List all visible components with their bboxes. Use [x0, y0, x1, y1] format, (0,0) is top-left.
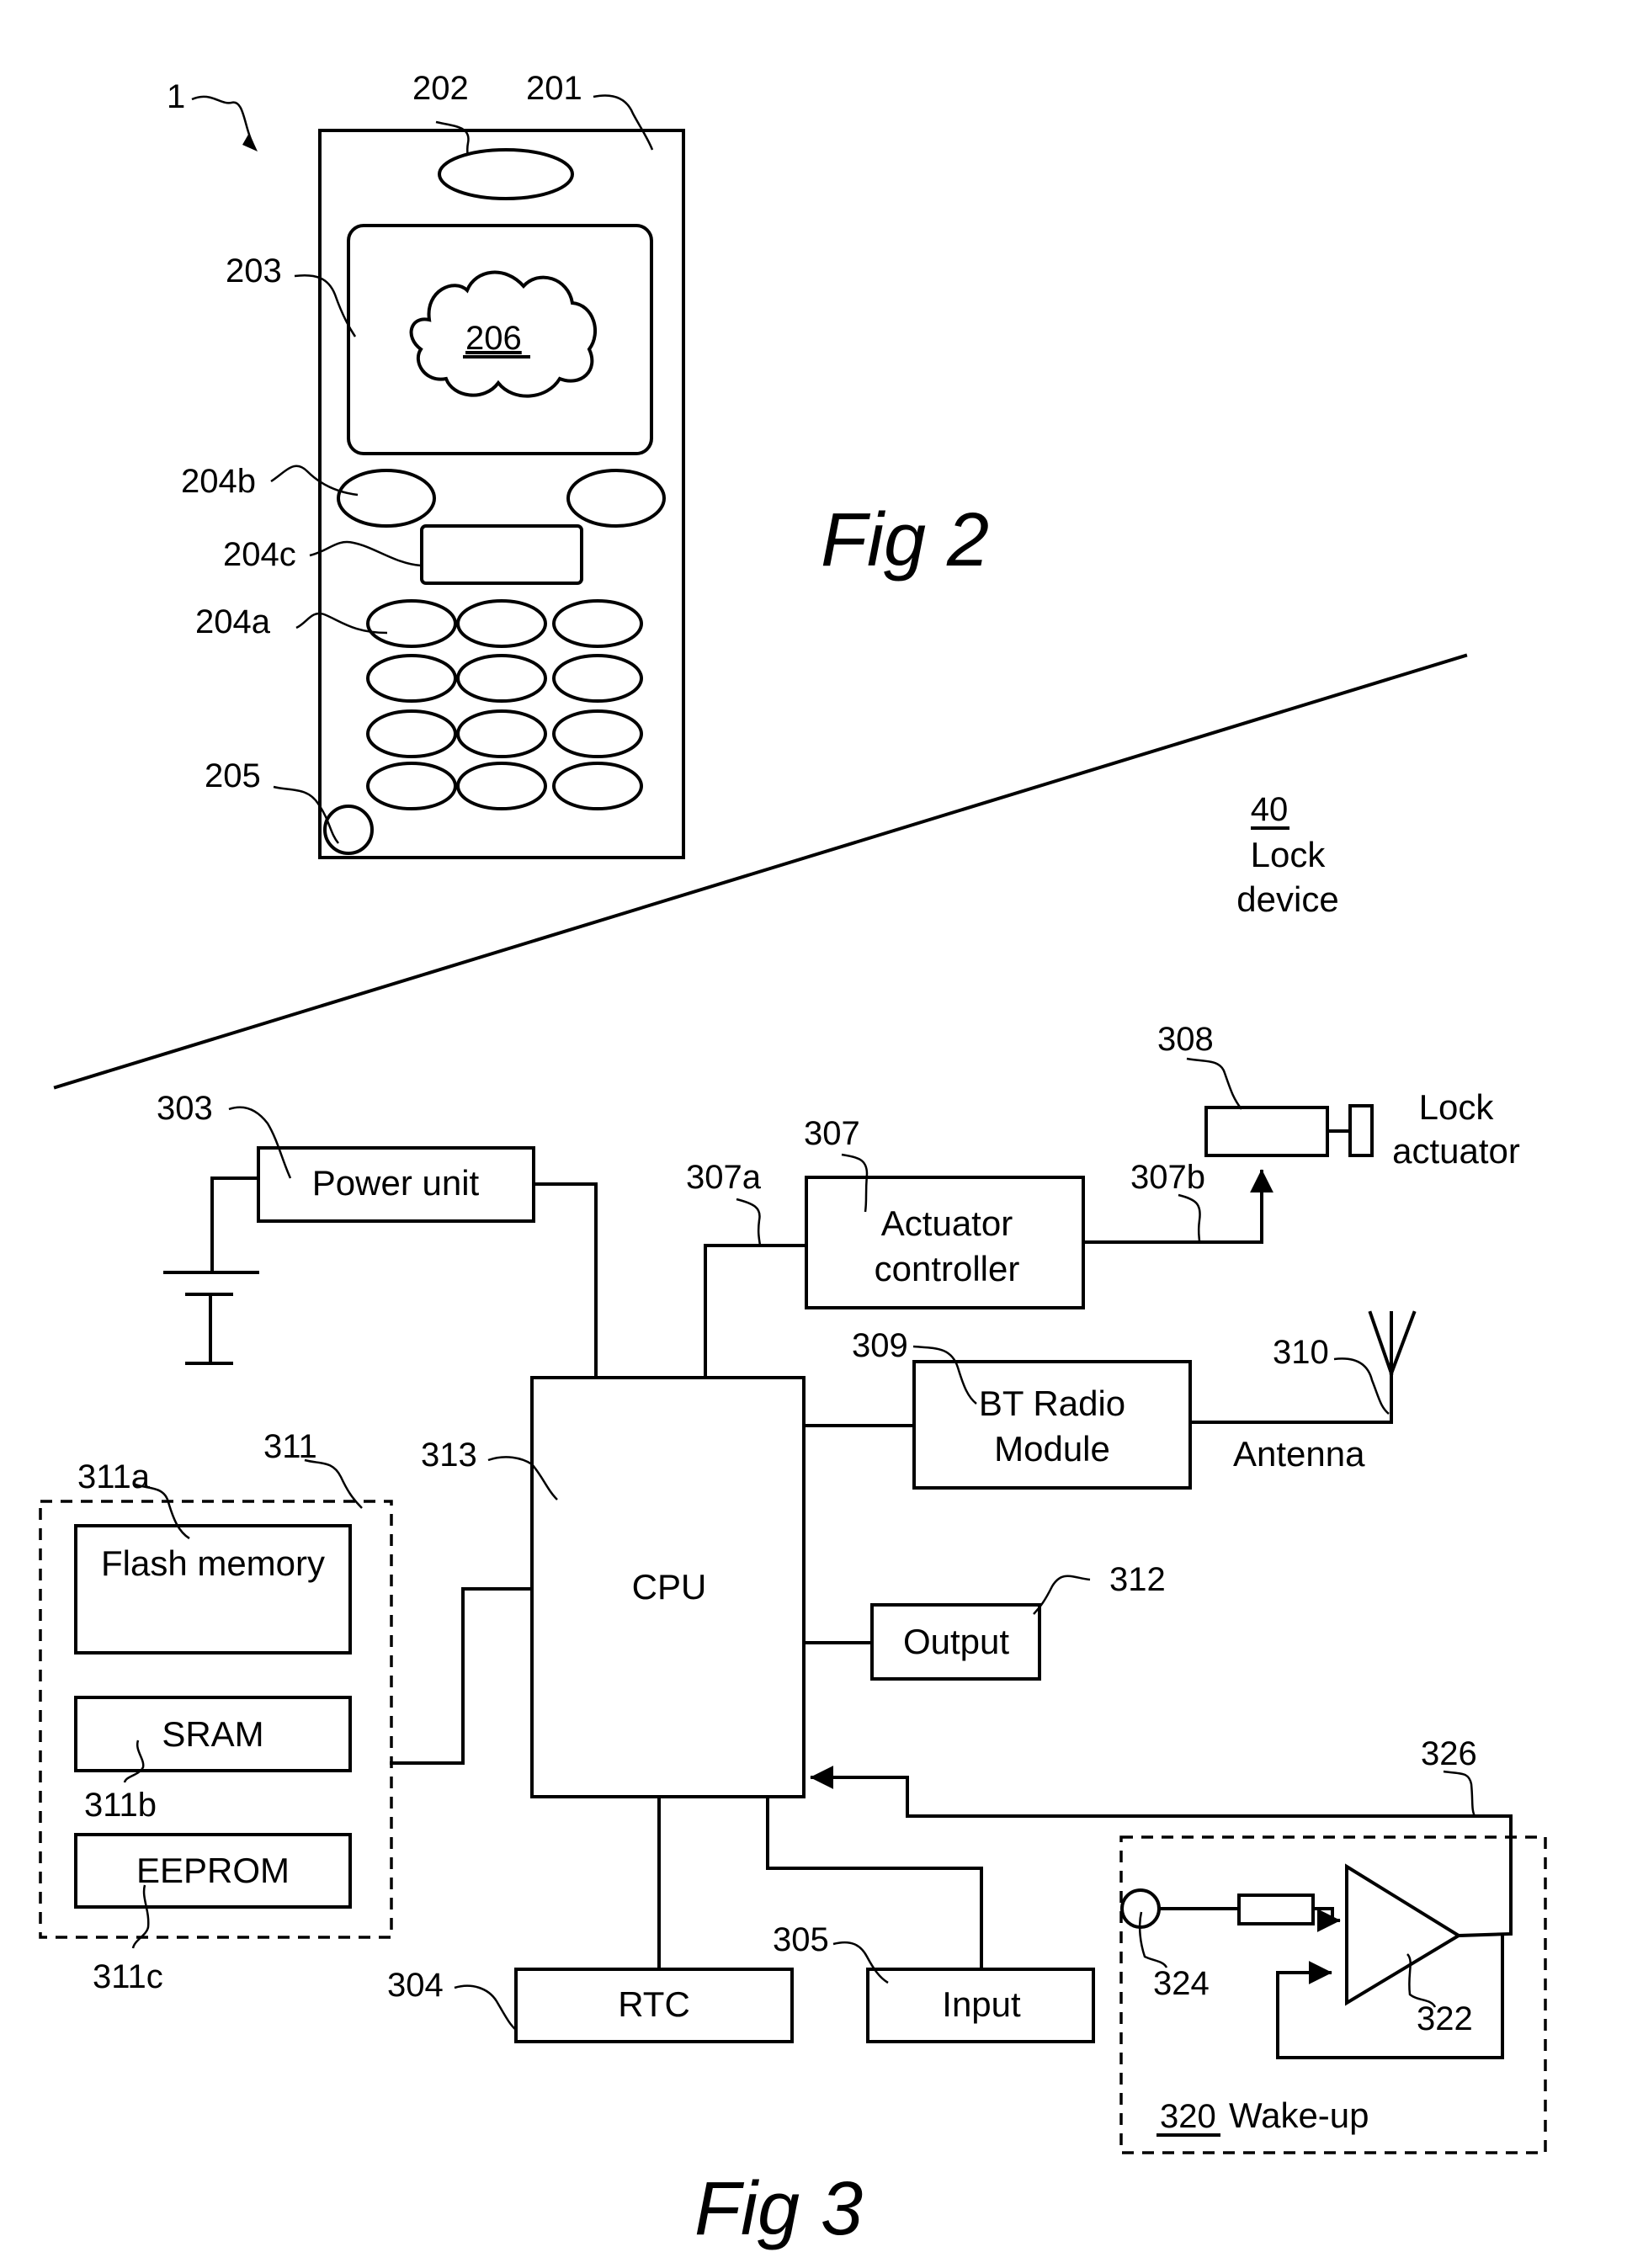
ref-206: 206 — [465, 320, 522, 357]
leader-326 — [1443, 1770, 1476, 1817]
soft-key-left — [337, 469, 436, 528]
antenna-label: Antenna — [1233, 1434, 1365, 1474]
keypad-key — [456, 599, 547, 648]
keypad-key — [366, 654, 457, 703]
power-to-cpu-wire — [532, 1182, 598, 1379]
ref-303: 303 — [157, 1090, 213, 1127]
ref-322: 322 — [1417, 2000, 1473, 2037]
resistor-to-amp-wire — [1311, 1907, 1341, 1932]
actuator-label-2: controller — [875, 1249, 1020, 1288]
ref-311a: 311a — [77, 1458, 151, 1495]
battery-wire — [210, 1176, 260, 1274]
ref-203: 203 — [226, 252, 282, 289]
resistor-icon — [1237, 1894, 1315, 1925]
ref-307: 307 — [804, 1115, 860, 1152]
ref-308: 308 — [1157, 1021, 1214, 1058]
input-label: Input — [942, 1984, 1021, 2024]
ref-311b: 311b — [84, 1787, 157, 1824]
ref-305: 305 — [773, 1921, 829, 1958]
leader-307b — [1178, 1193, 1201, 1243]
ref-202: 202 — [412, 70, 469, 107]
keypad-key — [366, 709, 457, 758]
ref-201: 201 — [526, 70, 582, 107]
ref-204a: 204a — [195, 603, 271, 640]
lock-actuator-label-2: actuator — [1392, 1131, 1520, 1171]
fig2-mobile-phone: 1 202 201 203 206 204b 204c 204a 205 Fig… — [167, 70, 989, 859]
cpu-label: CPU — [632, 1567, 707, 1607]
keypad-key — [456, 654, 547, 703]
lock-actuator-block — [1204, 1106, 1329, 1157]
ref-307a: 307a — [686, 1159, 762, 1196]
ref-326: 326 — [1421, 1735, 1477, 1772]
leader-device-1 — [191, 95, 254, 144]
ref-40: 40 — [1251, 791, 1289, 828]
actuator-label-1: Actuator — [881, 1203, 1013, 1243]
nav-key — [420, 524, 583, 585]
fig3-lock-device: 40 Lock device Power unit 303 CPU 313 Ac… — [39, 791, 1547, 2251]
leader-312 — [1033, 1575, 1091, 1615]
keypad-key — [456, 762, 547, 810]
leader-308 — [1186, 1057, 1242, 1110]
ref-311c: 311c — [93, 1958, 163, 1995]
soft-key-right — [566, 469, 666, 528]
speaker-earpiece — [438, 148, 574, 200]
ref-312: 312 — [1109, 1561, 1166, 1598]
bt-radio-module-block — [912, 1360, 1192, 1490]
lock-bolt-icon — [1348, 1104, 1374, 1157]
wakeup-label: Wake-up — [1229, 2095, 1369, 2135]
keypad-key — [552, 709, 643, 758]
fig3-caption: Fig 3 — [694, 2167, 863, 2251]
ref-307b: 307b — [1130, 1159, 1205, 1196]
ref-204b: 204b — [181, 463, 256, 500]
ref-device-1: 1 — [167, 78, 185, 115]
keypad-key — [552, 599, 643, 648]
cpu-to-actuator-wire — [704, 1244, 808, 1379]
bt-radio-label-2: Module — [994, 1429, 1110, 1469]
leader-305 — [832, 1941, 889, 1984]
ref-324: 324 — [1153, 1965, 1210, 2002]
keypad-key — [552, 654, 643, 703]
lock-device-label-2: device — [1236, 879, 1338, 919]
ref-204c: 204c — [223, 536, 296, 573]
fig2-caption: Fig 2 — [821, 498, 989, 582]
ref-313: 313 — [421, 1437, 477, 1474]
memory-to-cpu-wire — [390, 1587, 534, 1765]
leader-307a — [736, 1198, 762, 1246]
patent-drawing: 1 202 201 203 206 204b 204c 204a 205 Fig… — [39, 70, 1547, 2251]
flash-memory-label: Flash memory — [101, 1543, 325, 1583]
output-label: Output — [903, 1622, 1009, 1661]
ref-310: 310 — [1273, 1334, 1329, 1371]
ref-309: 309 — [852, 1327, 908, 1364]
ref-304: 304 — [387, 1967, 444, 2004]
keypad-key — [366, 599, 457, 648]
lock-device-label-1: Lock — [1251, 835, 1327, 874]
lock-actuator-label-1: Lock — [1419, 1087, 1495, 1127]
amplifier-322-icon — [1345, 1863, 1462, 2006]
sram-label: SRAM — [162, 1714, 263, 1754]
keypad-key — [456, 709, 547, 758]
ref-205: 205 — [205, 757, 261, 794]
ref-320: 320 — [1160, 2098, 1216, 2135]
leader-304 — [454, 1984, 517, 2031]
eeprom-label: EEPROM — [136, 1851, 290, 1890]
keypad-key — [552, 762, 643, 810]
rtc-label: RTC — [618, 1984, 690, 2024]
device-arrow-icon — [242, 133, 258, 151]
bt-radio-label-1: BT Radio — [979, 1384, 1125, 1423]
keypad-key — [366, 762, 457, 810]
ref-311: 311 — [263, 1428, 317, 1465]
leader-310 — [1333, 1357, 1390, 1415]
power-unit-label: Power unit — [312, 1163, 480, 1203]
